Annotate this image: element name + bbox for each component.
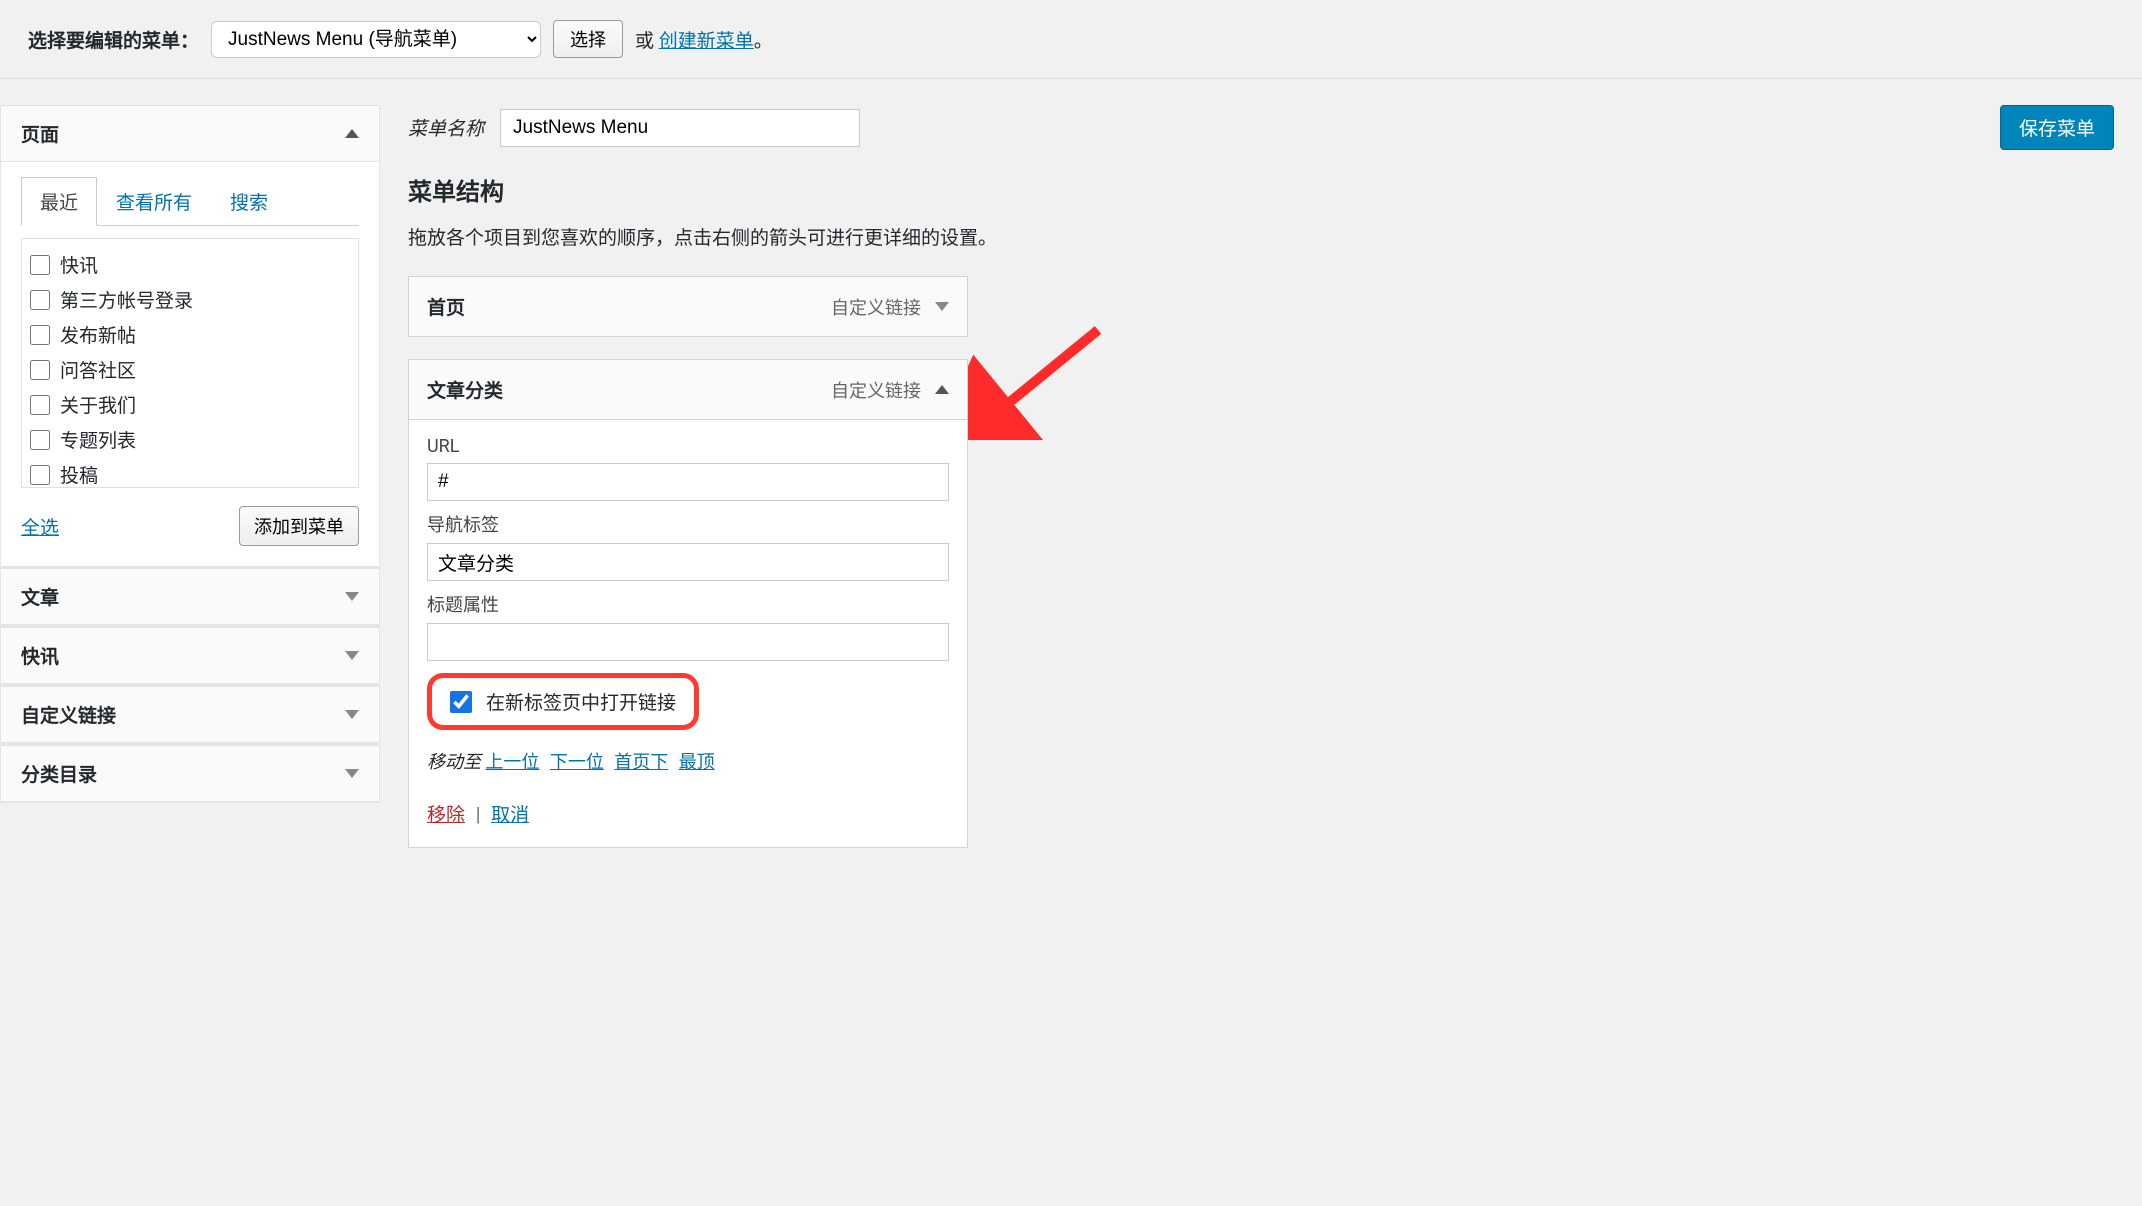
chevron-up-icon bbox=[345, 129, 359, 138]
panel-articles: 文章 bbox=[0, 567, 380, 626]
menu-item-head[interactable]: 首页 自定义链接 bbox=[409, 277, 967, 336]
menu-name-label: 菜单名称 bbox=[408, 114, 484, 141]
tab-viewall[interactable]: 查看所有 bbox=[97, 177, 211, 226]
list-item: 快讯 bbox=[28, 247, 352, 282]
menu-name-input[interactable] bbox=[500, 109, 860, 147]
page-checkbox[interactable] bbox=[30, 255, 50, 275]
panel-customlink-head[interactable]: 自定义链接 bbox=[1, 686, 379, 743]
structure-desc: 拖放各个项目到您喜欢的顺序，点击右侧的箭头可进行更详细的设置。 bbox=[408, 223, 2114, 250]
move-prev-link[interactable]: 上一位 bbox=[485, 752, 539, 773]
pages-check-list[interactable]: 快讯 第三方帐号登录 发布新帖 问答社区 关于我们 专题列表 投稿 重置密码 bbox=[21, 238, 359, 488]
panel-category: 分类目录 bbox=[0, 744, 380, 803]
select-button[interactable]: 选择 bbox=[553, 20, 623, 58]
add-to-menu-button[interactable]: 添加到菜单 bbox=[239, 506, 359, 546]
menu-items: 首页 自定义链接 文章分类 自定义链接 URL bbox=[408, 276, 968, 848]
list-item: 发布新帖 bbox=[28, 317, 352, 352]
url-input[interactable] bbox=[427, 463, 949, 501]
panel-pages-footer: 全选 添加到菜单 bbox=[21, 506, 359, 546]
create-menu-link[interactable]: 创建新菜单 bbox=[659, 29, 754, 52]
pages-tabs: 最近 查看所有 搜索 bbox=[21, 176, 359, 226]
menu-dropdown[interactable]: JustNews Menu (导航菜单) bbox=[211, 21, 541, 58]
newtab-highlight: 在新标签页中打开链接 bbox=[427, 673, 699, 730]
menu-name-row: 菜单名称 保存菜单 bbox=[408, 105, 2114, 150]
menu-item-home: 首页 自定义链接 bbox=[408, 276, 968, 337]
list-item: 专题列表 bbox=[28, 422, 352, 457]
page-checkbox[interactable] bbox=[30, 395, 50, 415]
chevron-down-icon bbox=[345, 592, 359, 601]
tab-recent[interactable]: 最近 bbox=[21, 177, 97, 226]
panel-articles-head[interactable]: 文章 bbox=[1, 568, 379, 625]
chevron-up-icon bbox=[935, 385, 949, 394]
chevron-down-icon bbox=[345, 710, 359, 719]
list-item: 第三方帐号登录 bbox=[28, 282, 352, 317]
list-item: 投稿 bbox=[28, 457, 352, 488]
action-row: 移除 | 取消 bbox=[427, 800, 949, 827]
menu-item-head[interactable]: 文章分类 自定义链接 bbox=[409, 360, 967, 419]
cancel-link[interactable]: 取消 bbox=[491, 803, 529, 826]
chevron-down-icon bbox=[345, 651, 359, 660]
menu-item-articles-category: 文章分类 自定义链接 URL 导航标签 标题属性 在新标签页中打开链接 bbox=[408, 359, 968, 848]
panel-pages-head[interactable]: 页面 bbox=[1, 106, 379, 162]
panel-pages: 页面 最近 查看所有 搜索 快讯 第三方帐号登录 发布新帖 问答社区 关于我们 … bbox=[0, 105, 380, 567]
arrow-annotation-icon bbox=[968, 320, 1108, 440]
list-item: 关于我们 bbox=[28, 387, 352, 422]
panel-flash-head[interactable]: 快讯 bbox=[1, 627, 379, 684]
panel-customlink: 自定义链接 bbox=[0, 685, 380, 744]
list-item: 问答社区 bbox=[28, 352, 352, 387]
page-checkbox[interactable] bbox=[30, 325, 50, 345]
select-all-link[interactable]: 全选 bbox=[21, 513, 59, 540]
panel-flash: 快讯 bbox=[0, 626, 380, 685]
menu-item-body: URL 导航标签 标题属性 在新标签页中打开链接 移动至 上一位 下一位 首页 bbox=[409, 419, 967, 847]
titleattr-label: 标题属性 bbox=[427, 591, 949, 617]
save-menu-button[interactable]: 保存菜单 bbox=[2000, 105, 2114, 150]
panel-pages-body: 最近 查看所有 搜索 快讯 第三方帐号登录 发布新帖 问答社区 关于我们 专题列… bbox=[1, 162, 379, 566]
panel-category-head[interactable]: 分类目录 bbox=[1, 745, 379, 802]
chevron-down-icon bbox=[935, 302, 949, 311]
move-top-link[interactable]: 最顶 bbox=[679, 752, 715, 773]
navlabel-input[interactable] bbox=[427, 543, 949, 581]
select-menu-label: 选择要编辑的菜单： bbox=[28, 26, 199, 53]
page-checkbox[interactable] bbox=[30, 290, 50, 310]
tab-search[interactable]: 搜索 bbox=[211, 177, 287, 226]
move-row: 移动至 上一位 下一位 首页下 最顶 bbox=[427, 748, 949, 774]
move-under-link[interactable]: 首页下 bbox=[614, 752, 668, 773]
url-label: URL bbox=[427, 436, 949, 457]
content: 菜单名称 保存菜单 菜单结构 拖放各个项目到您喜欢的顺序，点击右侧的箭头可进行更… bbox=[408, 105, 2142, 870]
move-next-link[interactable]: 下一位 bbox=[550, 752, 604, 773]
titleattr-input[interactable] bbox=[427, 623, 949, 661]
newtab-checkbox[interactable] bbox=[450, 691, 472, 713]
sidebar: 页面 最近 查看所有 搜索 快讯 第三方帐号登录 发布新帖 问答社区 关于我们 … bbox=[0, 105, 380, 870]
chevron-down-icon bbox=[345, 769, 359, 778]
remove-link[interactable]: 移除 bbox=[427, 803, 465, 826]
page-checkbox[interactable] bbox=[30, 465, 50, 485]
page-checkbox[interactable] bbox=[30, 430, 50, 450]
or-text: 或 创建新菜单。 bbox=[635, 26, 773, 53]
top-bar: 选择要编辑的菜单： JustNews Menu (导航菜单) 选择 或 创建新菜… bbox=[0, 0, 2142, 79]
newtab-label: 在新标签页中打开链接 bbox=[486, 688, 676, 715]
structure-title: 菜单结构 bbox=[408, 172, 2114, 207]
page-checkbox[interactable] bbox=[30, 360, 50, 380]
navlabel-label: 导航标签 bbox=[427, 511, 949, 537]
